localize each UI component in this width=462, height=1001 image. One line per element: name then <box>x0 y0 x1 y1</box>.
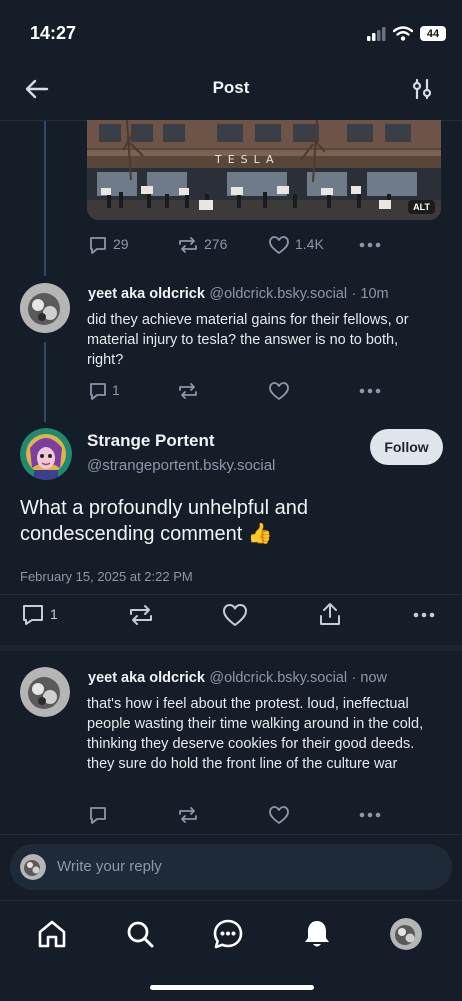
repost-icon[interactable] <box>177 381 199 401</box>
thread-line <box>44 342 46 422</box>
avatar-image <box>20 667 70 717</box>
handle[interactable]: @oldcrick.bsky.social <box>209 286 347 302</box>
avatar-image <box>390 918 422 950</box>
reply-input-placeholder[interactable]: Write your reply <box>57 858 162 875</box>
reply-icon[interactable] <box>88 805 108 825</box>
handle[interactable]: @oldcrick.bsky.social <box>209 670 347 686</box>
avatar[interactable] <box>20 428 72 480</box>
status-time: 14:27 <box>30 23 77 43</box>
like-count: 1.4K <box>295 236 324 252</box>
reply-icon[interactable] <box>88 235 108 255</box>
bell-icon[interactable] <box>302 918 332 950</box>
heart-icon[interactable] <box>268 381 290 401</box>
post-image[interactable]: TESLA ALT <box>87 120 441 220</box>
post-author-line: yeet aka oldcrick @oldcrick.bsky.social … <box>88 669 387 687</box>
heart-icon[interactable] <box>268 235 290 255</box>
avatar-image <box>20 854 46 880</box>
share-icon[interactable] <box>318 601 342 627</box>
cellular-signal-icon <box>367 27 386 41</box>
reply-icon[interactable] <box>21 603 45 627</box>
sliders-icon[interactable] <box>410 77 434 101</box>
reply-count: 29 <box>113 236 129 252</box>
chat-icon[interactable] <box>213 919 243 949</box>
more-dots-icon[interactable] <box>358 811 382 819</box>
wifi-icon <box>393 26 413 41</box>
reply-count: 1 <box>112 382 120 398</box>
more-dots-icon[interactable] <box>358 387 382 395</box>
handle[interactable]: @strangeportent.bsky.social <box>87 457 275 474</box>
post-time: · 10m <box>351 286 389 302</box>
avatar-image <box>20 283 70 333</box>
divider <box>0 834 462 835</box>
divider <box>0 594 462 595</box>
search-icon[interactable] <box>125 919 155 949</box>
display-name[interactable]: yeet aka oldcrick <box>88 286 205 302</box>
avatar-image <box>20 428 72 480</box>
post-time: · now <box>351 670 388 686</box>
more-dots-icon[interactable] <box>412 611 436 619</box>
section-divider <box>0 645 462 651</box>
repost-count: 276 <box>204 236 228 252</box>
thread-line <box>44 121 46 276</box>
storefront-sign: TESLA <box>214 153 280 166</box>
avatar[interactable] <box>20 283 70 333</box>
display-name[interactable]: Strange Portent <box>87 431 215 451</box>
home-icon[interactable] <box>37 919 67 949</box>
post-text: that's how i feel about the protest. lou… <box>87 696 424 772</box>
repost-icon[interactable] <box>177 805 199 825</box>
repost-icon[interactable] <box>128 603 154 627</box>
post-date: February 15, 2025 at 2:22 PM <box>20 569 193 584</box>
battery-level: 44 <box>426 27 440 40</box>
reply-count: 1 <box>50 606 58 622</box>
post-text: What a profoundly unhelpful and condesce… <box>20 497 308 545</box>
home-indicator <box>150 985 314 990</box>
post-author-line: yeet aka oldcrick @oldcrick.bsky.social … <box>88 285 389 303</box>
follow-button[interactable]: Follow <box>370 429 443 465</box>
heart-icon[interactable] <box>222 603 248 627</box>
post-text: did they achieve material gains for thei… <box>87 312 409 368</box>
page-title: Post <box>212 78 250 97</box>
more-dots-icon[interactable] <box>358 241 382 249</box>
heart-icon[interactable] <box>268 805 290 825</box>
reply-icon[interactable] <box>88 381 108 401</box>
battery-indicator: 44 <box>420 26 446 41</box>
alt-badge[interactable]: ALT <box>408 200 435 214</box>
status-bar: 14:27 44 <box>0 0 462 64</box>
repost-icon[interactable] <box>177 235 199 255</box>
avatar[interactable] <box>20 667 70 717</box>
tesla-storefront-image: TESLA <box>87 120 441 220</box>
display-name[interactable]: yeet aka oldcrick <box>88 670 205 686</box>
composer-avatar <box>20 854 46 880</box>
profile-tab-avatar[interactable] <box>390 918 422 950</box>
